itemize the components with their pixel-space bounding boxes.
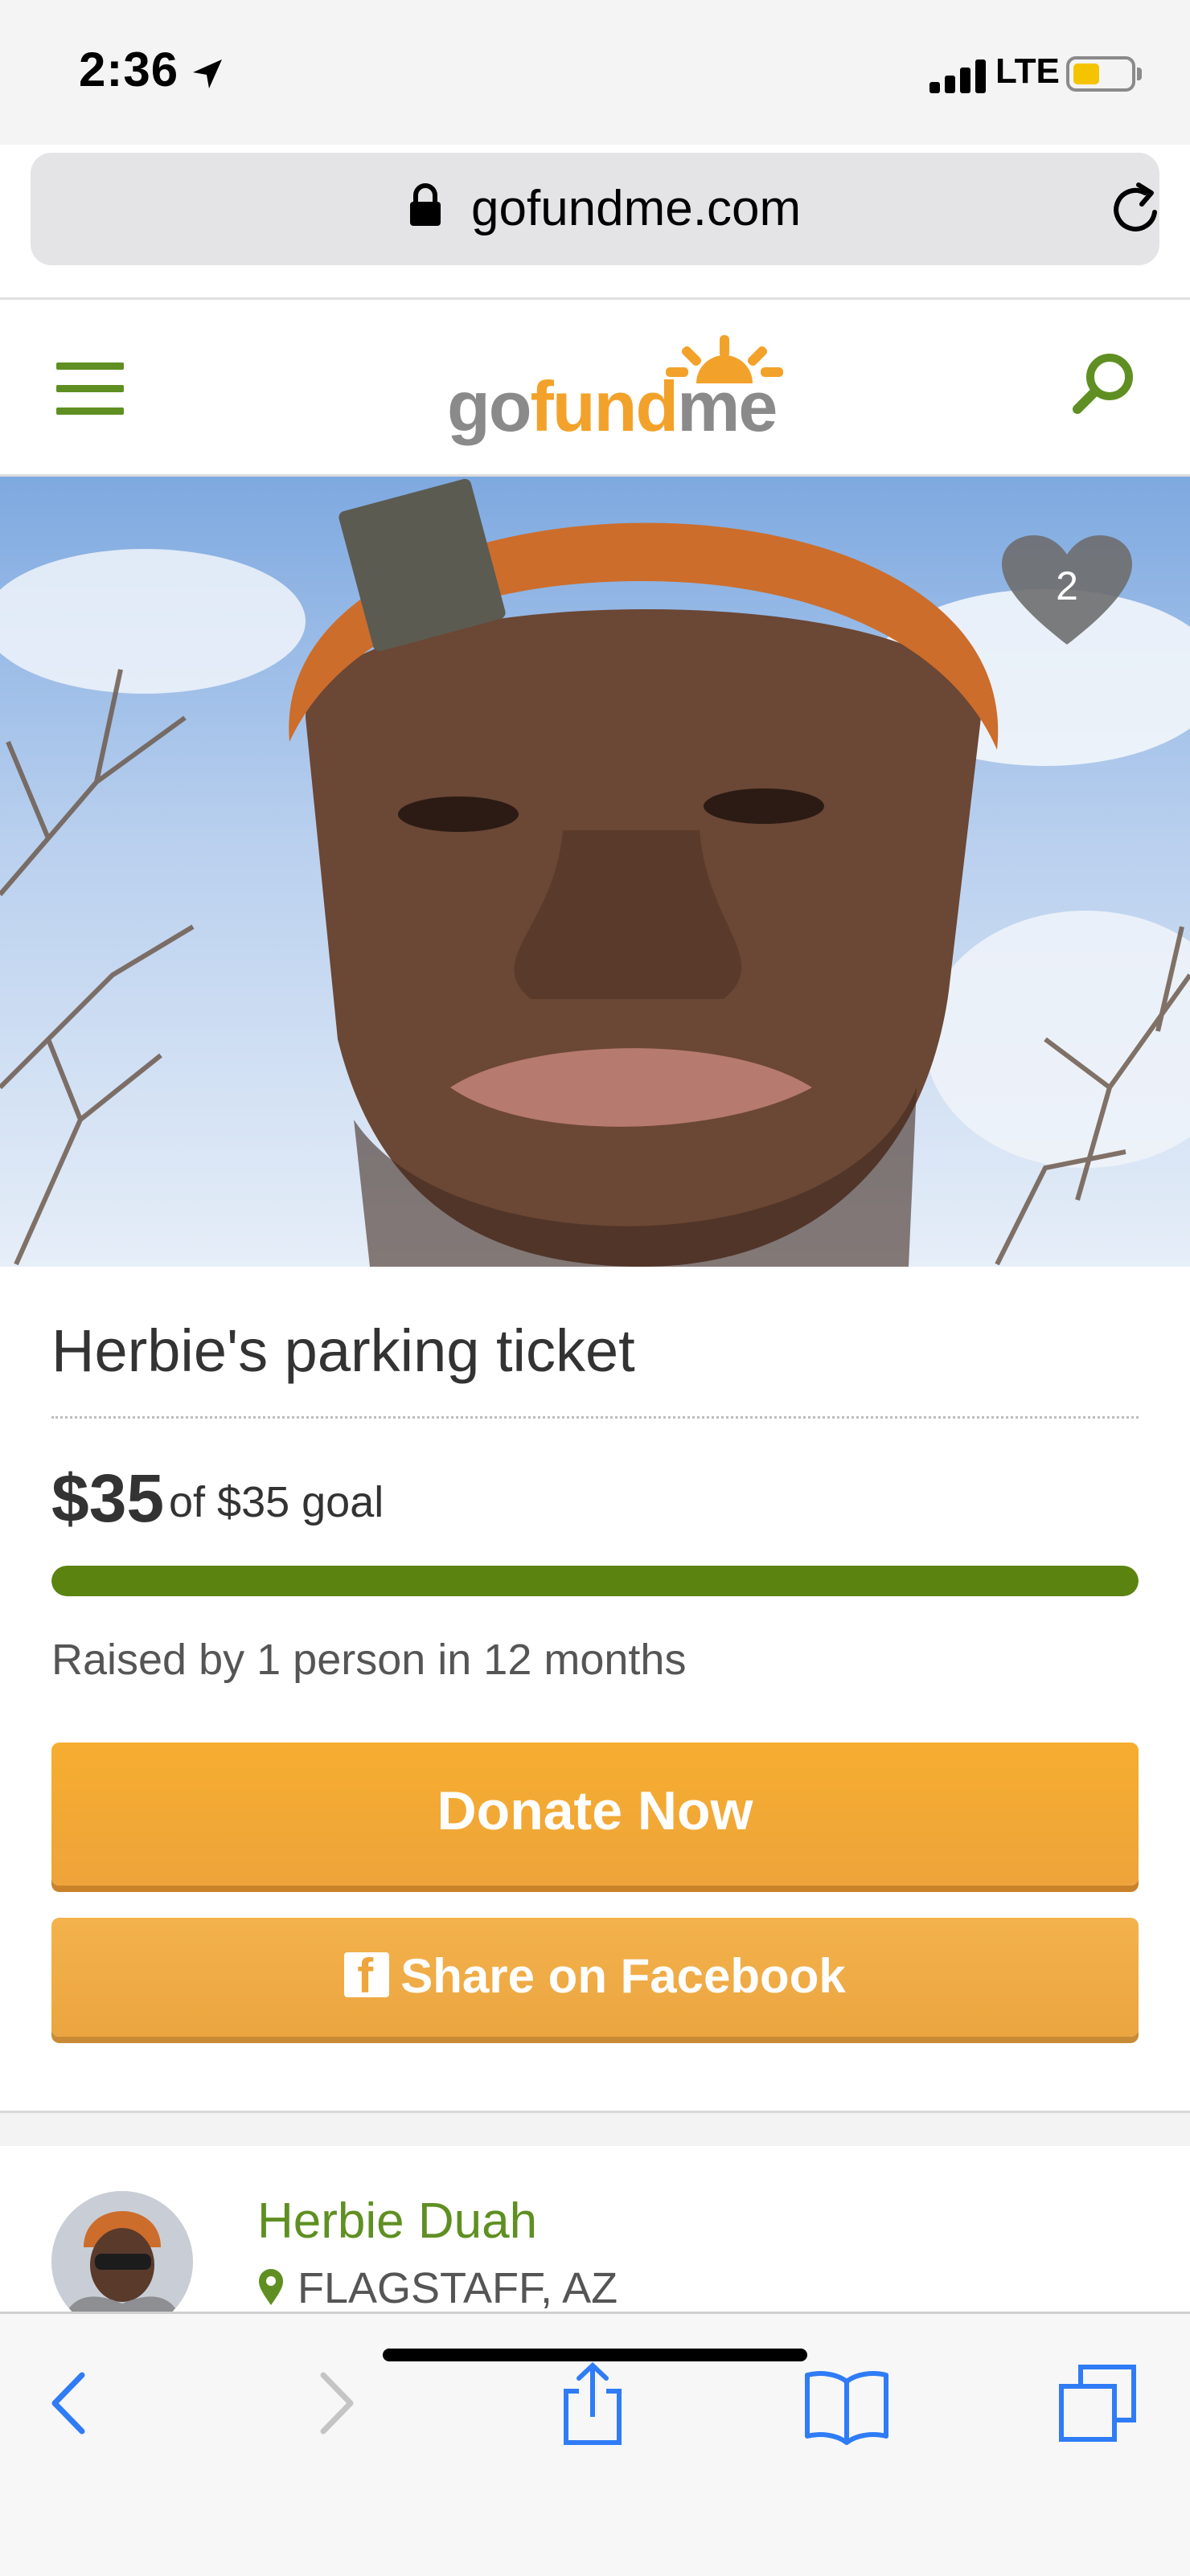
share-icon[interactable] (548, 2359, 637, 2447)
signal-icon (929, 58, 987, 93)
forward-icon[interactable] (291, 2359, 380, 2447)
lock-icon (410, 183, 441, 226)
campaign-title: Herbie's parking ticket (51, 1317, 635, 1384)
logo-wordmark: gofundme (447, 367, 778, 446)
home-indicator (383, 2349, 807, 2361)
campaign-photo[interactable]: 2 (0, 477, 1190, 1267)
bookmarks-icon[interactable] (802, 2359, 891, 2447)
site-header: gofundme (0, 300, 1190, 477)
organizer-name[interactable]: Herbie Duah (257, 2193, 537, 2250)
donate-now-button[interactable]: Donate Now (51, 1743, 1139, 1886)
status-time: 2:36 (79, 43, 179, 96)
title-divider (51, 1416, 1139, 1419)
location-pin-icon (259, 2269, 283, 2305)
facebook-icon (344, 1951, 390, 2002)
location-arrow-icon (193, 59, 222, 88)
progress-bar (51, 1566, 1139, 1596)
url-bar[interactable]: gofundme.com (31, 153, 1159, 265)
reload-icon[interactable] (1106, 180, 1166, 240)
battery-icon (1066, 56, 1135, 92)
hamburger-menu-icon[interactable] (56, 362, 124, 416)
organizer-section: Herbie Duah FLAGSTAFF, AZ (0, 2146, 1190, 2332)
goal-text: of $35 goal (169, 1478, 384, 1526)
gofundme-logo[interactable]: gofundme (447, 334, 793, 446)
favorites-count: 2 (1056, 563, 1078, 608)
search-icon[interactable] (1069, 350, 1137, 417)
share-label: Share on Facebook (400, 1949, 846, 2003)
raised-amount: $35 (51, 1460, 165, 1536)
progress-fill (51, 1566, 1139, 1596)
organizer-location: FLAGSTAFF, AZ (298, 2264, 618, 2312)
share-on-facebook-button[interactable]: Share on Facebook (51, 1918, 1139, 2037)
network-type: LTE (995, 51, 1060, 91)
status-bar: 2:36 LTE (0, 0, 1190, 145)
battery-tip (1137, 68, 1142, 80)
url-text[interactable]: gofundme.com (471, 180, 801, 237)
tabs-icon[interactable] (1053, 2359, 1142, 2447)
favorite-heart-button[interactable]: 2 (999, 532, 1135, 653)
section-separator (0, 2111, 1190, 2146)
raised-by-text: Raised by 1 person in 12 months (51, 1636, 687, 1684)
back-icon[interactable] (24, 2359, 113, 2447)
